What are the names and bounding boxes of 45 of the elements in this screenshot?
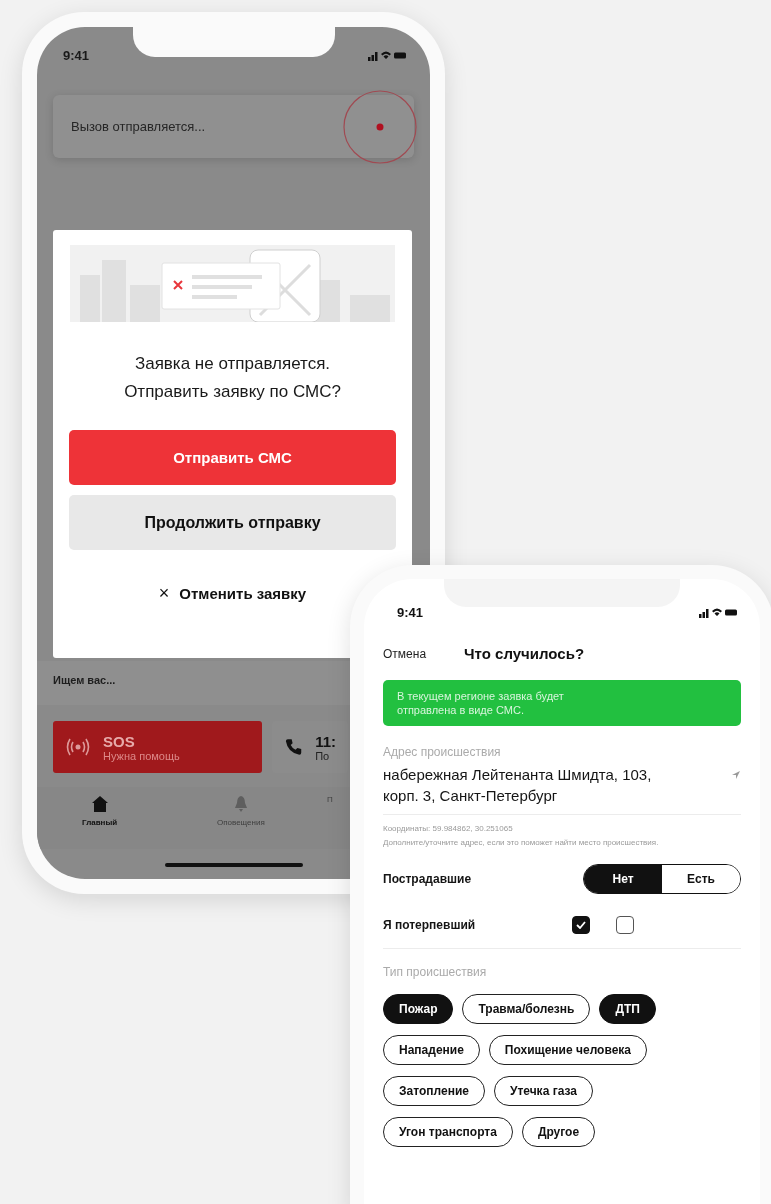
sos-title: SOS [103, 732, 136, 750]
address-label: Адрес происшествия [383, 745, 502, 759]
incident-type-label: Тип происшествия [383, 965, 488, 979]
coordinates-text: Координаты: 59.984862, 30.251065 [383, 823, 514, 834]
incident-chip[interactable]: Травма/болезнь [462, 994, 591, 1024]
phone-icon [284, 737, 304, 757]
screen-title: Что случилось? [464, 645, 585, 662]
status-icons [699, 606, 737, 618]
incident-chip[interactable]: Угон транспорта [383, 1117, 513, 1147]
checkbox[interactable] [572, 916, 591, 934]
incident-chip[interactable]: Нападение [383, 1035, 480, 1065]
toggle-option[interactable]: Нет [584, 865, 662, 893]
incident-chip[interactable]: Затопление [383, 1076, 485, 1106]
status-icons [368, 49, 406, 61]
cancel-request-button[interactable]: × Отменить заявку [152, 582, 313, 605]
sos-button[interactable]: SOS Нужна помощь [53, 721, 262, 773]
victims-label: Пострадавшие [383, 872, 472, 886]
status-time: 9:41 [397, 604, 424, 620]
self-victim-label: Я потерпевший [383, 918, 476, 932]
bell-icon [232, 795, 249, 813]
checkbox[interactable] [616, 916, 635, 934]
address-value: набережная Лейтенанта Шмидта, 103, корп. 3, Санкт-Петербург [383, 765, 653, 806]
sos-subtitle: Нужна помощь [103, 749, 180, 762]
continue-button[interactable]: Продолжить отправку [69, 495, 396, 550]
sms-notice-banner: В текущем регионе заявка будет отправлена в виде СМС. [383, 680, 741, 726]
cancel-link[interactable]: Отмена [383, 646, 427, 661]
home-icon [90, 795, 109, 813]
location-pulse-icon [342, 89, 418, 165]
send-sms-button[interactable]: Отправить СМС [69, 430, 396, 485]
check-icon [576, 921, 587, 929]
location-arrow-icon [731, 770, 741, 780]
address-hint: Дополните/уточните адрес, если это поможет найти место происшествия. [383, 837, 660, 848]
signal-waves-icon [65, 737, 91, 757]
sending-status: Вызов отправляется... [71, 119, 206, 134]
incident-chip[interactable]: Утечка газа [493, 1076, 593, 1106]
status-time: 9:41 [63, 47, 90, 63]
dialog-message: Заявка не отправляется. Отправить заявку по СМС? [123, 353, 342, 403]
tab-item[interactable]: Главный [82, 818, 118, 827]
incident-chip[interactable]: Похищение человека [488, 1035, 647, 1065]
incident-chip[interactable]: ДТП [599, 994, 656, 1024]
call-title: 11: [315, 732, 336, 750]
incident-chip[interactable]: Пожар [383, 994, 454, 1024]
search-status: Ищем вас... [53, 674, 116, 686]
call-subtitle: По [315, 749, 331, 762]
incident-chip[interactable]: Другое [521, 1117, 596, 1147]
